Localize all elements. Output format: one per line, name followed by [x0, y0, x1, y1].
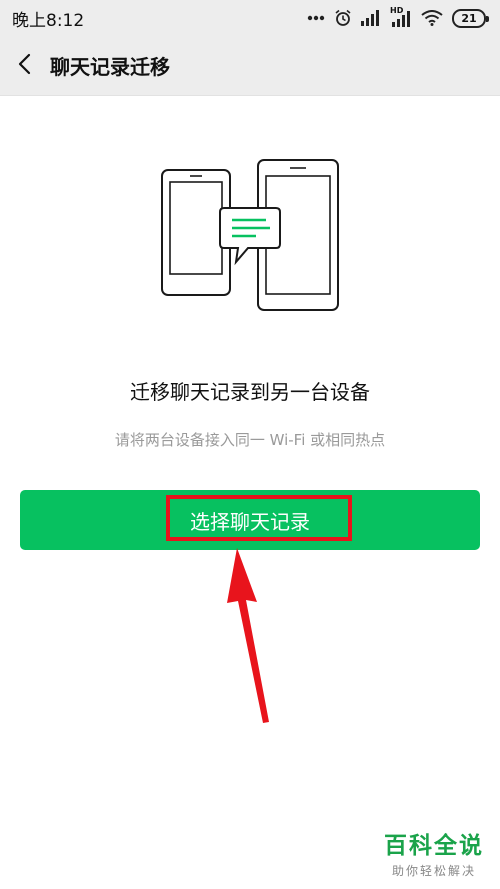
- battery-icon: 21: [452, 8, 489, 28]
- page-title: 聊天记录迁移: [50, 55, 170, 79]
- alarm-icon: [334, 9, 352, 27]
- more-dots-icon: [307, 15, 325, 21]
- select-chat-records-label: 选择聊天记录: [190, 509, 310, 534]
- app-bar: 聊天记录迁移: [0, 36, 500, 96]
- status-time: 晚上8:12: [12, 10, 85, 31]
- headline: 迁移聊天记录到另一台设备: [130, 380, 370, 404]
- back-button[interactable]: [2, 36, 48, 96]
- red-arrow-icon: [215, 540, 295, 730]
- watermark: 百科全说 助你轻松解决: [384, 826, 484, 879]
- hd-signal-icon: HD: [390, 6, 412, 27]
- phone-transfer-illustration: [150, 150, 350, 315]
- battery-level: 21: [461, 11, 477, 25]
- subtitle: 请将两台设备接入同一 Wi-Fi 或相同热点: [114, 431, 386, 449]
- wifi-icon: [421, 10, 443, 26]
- signal-icon: [361, 10, 381, 26]
- status-icons: HD 21: [307, 6, 489, 28]
- watermark-title: 百科全说: [384, 833, 484, 859]
- watermark-subtitle: 助你轻松解决: [391, 864, 476, 878]
- chevron-left-icon: [18, 53, 32, 79]
- status-bar: 晚上8:12 HD 21: [0, 0, 500, 36]
